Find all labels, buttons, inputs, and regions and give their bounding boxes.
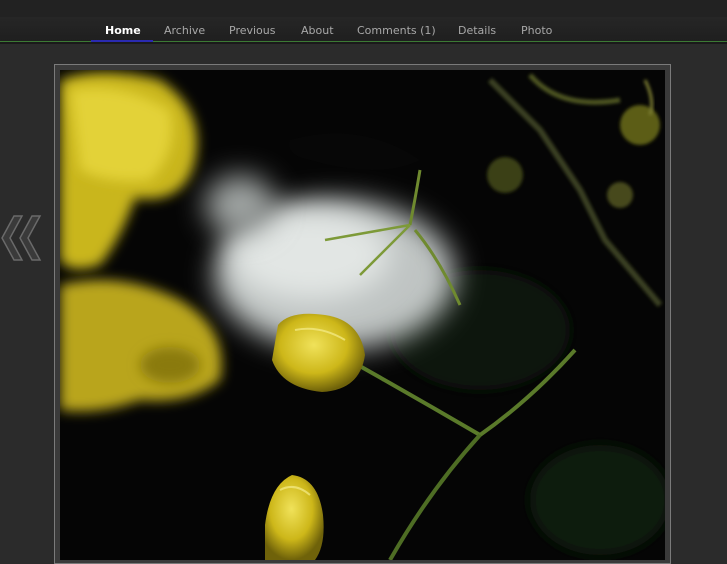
- previous-photo-button[interactable]: [0, 212, 44, 264]
- flower-photo-image: [60, 70, 665, 560]
- nav-previous[interactable]: Previous: [229, 17, 276, 41]
- main-photo[interactable]: [60, 70, 665, 560]
- main-nav: Home Archive Previous About Comments (1)…: [0, 17, 727, 42]
- top-bar: [0, 0, 727, 17]
- nav-archive[interactable]: Archive: [164, 17, 205, 41]
- photo-frame: [54, 64, 671, 564]
- nav-comments[interactable]: Comments (1): [357, 17, 436, 41]
- double-chevron-left-icon: [1, 215, 42, 261]
- nav-details[interactable]: Details: [458, 17, 496, 41]
- nav-photo[interactable]: Photo: [521, 17, 552, 41]
- nav-home[interactable]: Home: [91, 17, 153, 42]
- nav-about[interactable]: About: [301, 17, 334, 41]
